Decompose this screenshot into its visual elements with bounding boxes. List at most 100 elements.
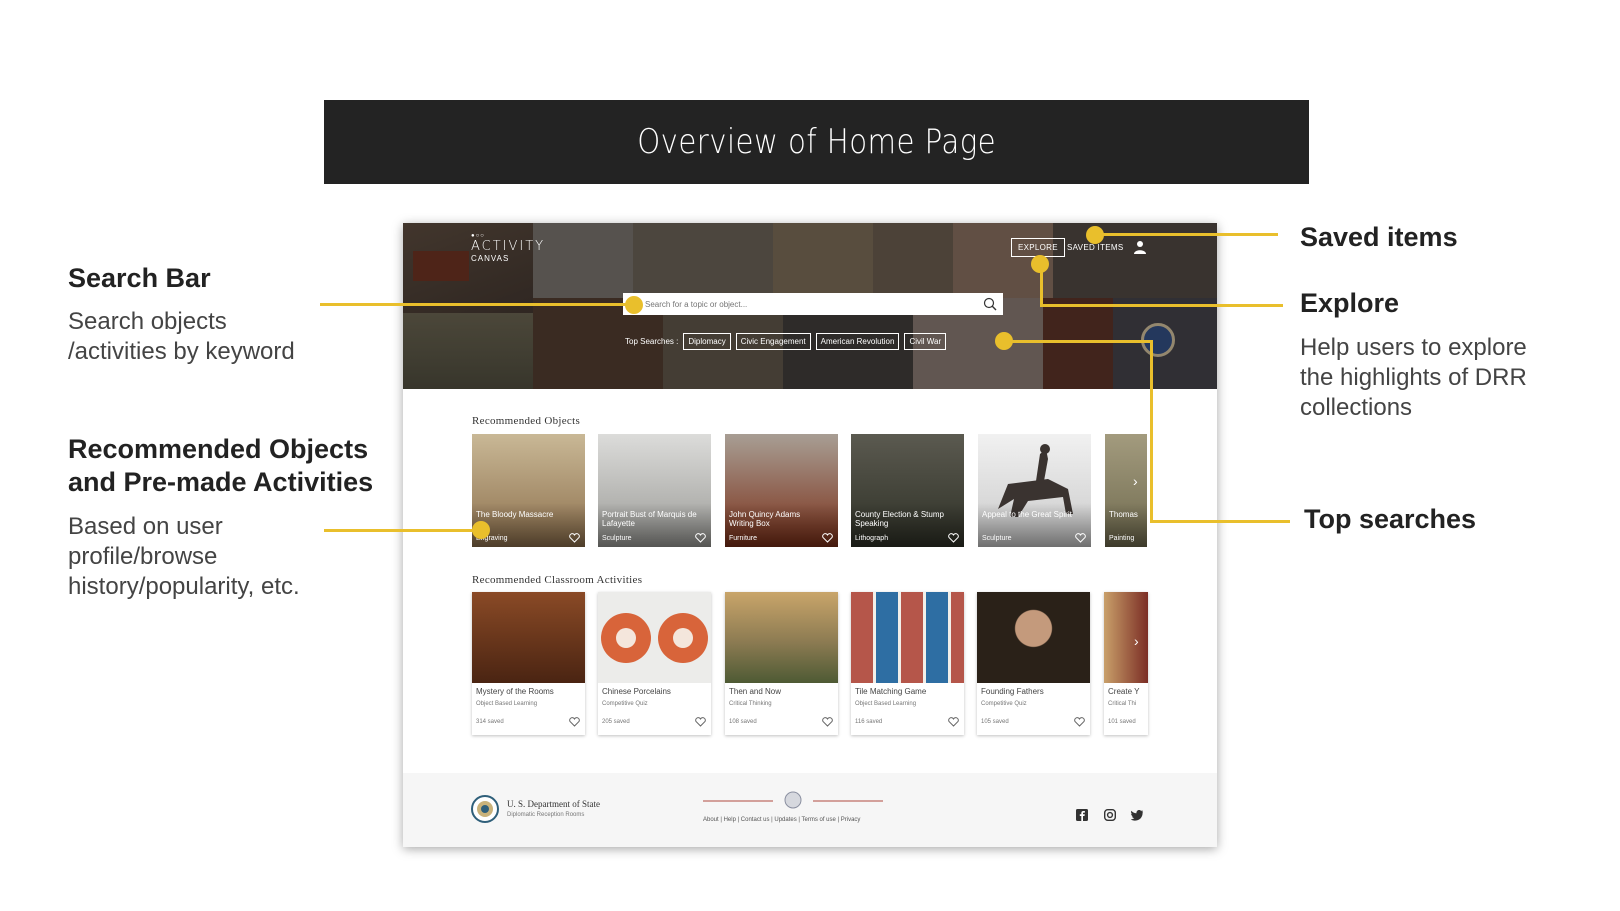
activity-title: Chinese Porcelains: [602, 687, 671, 696]
object-caption: Appeal to the Great Spirit: [982, 510, 1072, 519]
annotation-line: the highlights of DRR: [1300, 364, 1527, 391]
object-category: Furniture: [729, 535, 758, 542]
activity-title: Founding Fathers: [981, 687, 1044, 696]
object-card[interactable]: Appeal to the Great Spirit Sculpture: [978, 434, 1091, 547]
user-icon[interactable]: [1134, 240, 1146, 254]
annotation-line: Help users to explore: [1300, 334, 1527, 361]
heart-icon[interactable]: [822, 717, 833, 727]
activity-card[interactable]: Then and Now Critical Thinking 108 saved: [725, 592, 838, 735]
heart-icon[interactable]: [569, 717, 580, 727]
saved-items-link[interactable]: SAVED ITEMS: [1067, 243, 1124, 252]
annotation-search-bar-heading: Search Bar: [68, 263, 211, 293]
object-caption: Portrait Bust of Marquis de Lafayette: [602, 510, 697, 528]
callout-line-saved-items: [1094, 233, 1278, 236]
annotation-top-searches-heading: Top searches: [1304, 504, 1477, 534]
object-card[interactable]: Portrait Bust of Marquis de Lafayette Sc…: [598, 434, 711, 547]
heart-icon[interactable]: [569, 533, 580, 543]
object-caption: The Bloody Massacre: [476, 510, 554, 519]
annotation-line: Search objects: [68, 308, 227, 335]
activity-canvas-logo[interactable]: ●○○ ACTIVITY CANVAS: [471, 233, 545, 263]
eagle-emblem-icon: [703, 791, 883, 809]
twitter-icon[interactable]: [1131, 809, 1143, 821]
activity-type: Object Based Learning: [476, 701, 538, 707]
annotation-line: collections: [1300, 394, 1413, 421]
object-card[interactable]: John Quincy Adams Writing Box Furniture: [725, 434, 838, 547]
object-category: Sculpture: [982, 535, 1012, 542]
annotation-line: and Pre-made Activities: [68, 467, 374, 497]
chevron-right-icon[interactable]: ›: [1133, 473, 1138, 489]
footer-links[interactable]: About | Help | Contact us | Updates | Te…: [703, 817, 860, 823]
annotation-line: Recommended Objects: [68, 434, 369, 464]
slide-title: Overview of Home Page: [637, 122, 996, 162]
object-category: Painting: [1109, 535, 1135, 542]
callout-dot-recommended: [472, 521, 490, 539]
search-icon[interactable]: [983, 297, 997, 311]
annotation-line: history/popularity, etc.: [68, 573, 300, 600]
activity-card[interactable]: Founding Fathers Competitive Quiz 105 sa…: [977, 592, 1090, 735]
logo-sub: CANVAS: [471, 254, 510, 263]
top-search-chip-diplomacy[interactable]: Diplomacy: [683, 333, 731, 350]
chevron-right-icon[interactable]: ›: [1134, 633, 1139, 649]
activity-saved-count: 314 saved: [476, 719, 504, 725]
recommended-objects-title: Recommended Objects: [472, 415, 581, 427]
activity-type: Object Based Learning: [855, 701, 917, 707]
annotation-recommended-body: Based on user profile/browse history/pop…: [68, 512, 300, 602]
object-category: Sculpture: [602, 535, 632, 542]
activity-saved-count: 101 saved: [1108, 719, 1136, 725]
activity-card[interactable]: Tile Matching Game Object Based Learning…: [851, 592, 964, 735]
activity-saved-count: 116 saved: [855, 719, 883, 725]
top-search-chip-civic-engagement[interactable]: Civic Engagement: [735, 333, 811, 350]
callout-dot-explore: [1031, 255, 1049, 273]
home-page-mockup: ●○○ ACTIVITY CANVAS EXPLORE SAVED ITEMS …: [403, 223, 1217, 847]
callout-line-top-searches: [1004, 340, 1153, 343]
activity-saved-count: 105 saved: [981, 719, 1009, 725]
activity-card[interactable]: Create Y Critical Thi 101 saved: [1104, 592, 1148, 735]
heart-icon[interactable]: [822, 533, 833, 543]
object-caption: County Election & Stump Speaking: [855, 510, 944, 528]
department-name: U. S. Department of State: [507, 799, 600, 809]
callout-dot-search-bar: [625, 296, 643, 314]
heart-icon[interactable]: [948, 717, 959, 727]
activity-saved-count: 108 saved: [729, 719, 757, 725]
activity-title: Create Y: [1108, 687, 1140, 696]
callout-line-top-searches-horizontal: [1150, 520, 1290, 523]
heart-icon[interactable]: [1075, 533, 1086, 543]
object-card[interactable]: County Election & Stump Speaking Lithogr…: [851, 434, 964, 547]
activity-card[interactable]: Mystery of the Rooms Object Based Learni…: [472, 592, 585, 735]
activity-image: [977, 592, 1090, 683]
activity-saved-count: 205 saved: [602, 719, 630, 725]
heart-icon[interactable]: [948, 533, 959, 543]
search-input[interactable]: [645, 293, 965, 315]
activity-title: Tile Matching Game: [855, 687, 927, 696]
callout-line-top-searches-vertical: [1150, 340, 1153, 523]
activity-type: Competitive Quiz: [602, 701, 648, 707]
top-search-chip-civil-war[interactable]: Civil War: [904, 333, 947, 350]
object-card[interactable]: Thomas Painting: [1105, 434, 1147, 547]
object-category: Lithograph: [855, 535, 889, 542]
activity-card[interactable]: Chinese Porcelains Competitive Quiz 205 …: [598, 592, 711, 735]
heart-icon[interactable]: [1074, 717, 1085, 727]
recommended-activities-title: Recommended Classroom Activities: [472, 574, 643, 586]
site-footer: U. S. Department of State Diplomatic Rec…: [403, 773, 1217, 847]
porcelain-plates-figure: [601, 613, 708, 663]
activity-image: [725, 592, 838, 683]
activity-image: [598, 592, 711, 683]
annotation-explore-body: Help users to explore the highlights of …: [1300, 333, 1527, 423]
top-search-chip-american-revolution[interactable]: American Revolution: [815, 333, 900, 350]
callout-dot-saved-items: [1086, 226, 1104, 244]
annotation-search-bar-body: Search objects /activities by keyword: [68, 307, 295, 367]
annotation-line: /activities by keyword: [68, 338, 295, 365]
heart-icon[interactable]: [695, 533, 706, 543]
heart-icon[interactable]: [695, 717, 706, 727]
state-department-seal-icon: [471, 795, 499, 823]
object-caption: John Quincy Adams Writing Box: [729, 510, 801, 528]
callout-line-search-bar: [320, 303, 633, 306]
facebook-icon[interactable]: [1076, 809, 1088, 821]
top-searches-label: Top Searches :: [625, 337, 679, 346]
search-bar[interactable]: [623, 293, 1003, 315]
annotation-line: Based on user: [68, 513, 223, 540]
annotation-recommended-heading: Recommended Objects and Pre-made Activit…: [68, 433, 373, 499]
activity-image: [1104, 592, 1148, 683]
instagram-icon[interactable]: [1104, 809, 1116, 821]
logo-name: ACTIVITY: [471, 239, 546, 254]
